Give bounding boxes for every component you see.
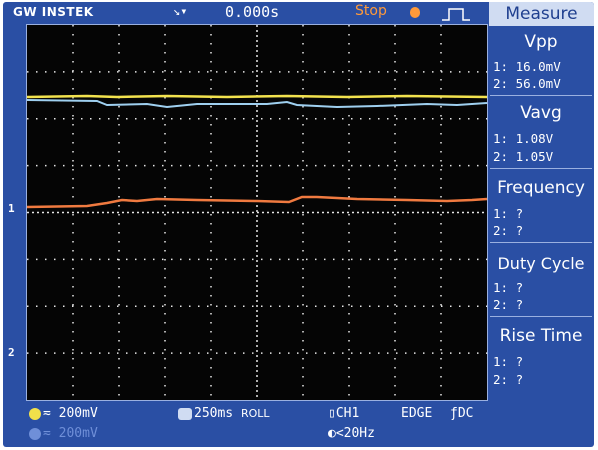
timebase[interactable]: 250ms ROLL xyxy=(178,406,270,421)
timebase-mode: ROLL xyxy=(240,407,270,420)
trigger-position-icon: ↘▾ xyxy=(173,4,188,18)
measure-sidebar: Measure Vpp 1: 16.0mV 2: 56.0mV Vavg 1: … xyxy=(489,2,594,447)
panel-label: Duty Cycle xyxy=(497,254,585,273)
ch2-ground-marker[interactable]: 2 xyxy=(8,346,15,359)
measure-panel-rise-time[interactable]: Rise Time 1: ? 2: ? xyxy=(490,318,592,395)
trigger-source-value: CH1 xyxy=(335,406,360,421)
ch1-trace xyxy=(27,94,487,99)
coupling-value: DC xyxy=(457,406,474,421)
panel-ch1-value: 1: 16.0mV xyxy=(493,59,561,74)
measure-panel-vavg[interactable]: Vavg 1: 1.08V 2: 1.05V xyxy=(490,97,592,169)
stop-indicator-icon xyxy=(410,7,420,18)
ch2-scale[interactable]: ≂ 200mV xyxy=(29,426,98,441)
ch2-badge-icon xyxy=(29,427,41,440)
panel-ch2-value: 2: ? xyxy=(493,223,524,238)
panel-label: Frequency xyxy=(497,178,585,198)
brand-logo: GW INSTEK xyxy=(13,5,94,19)
measure-title[interactable]: Measure xyxy=(489,2,594,26)
trigger-coupling[interactable]: ƒDC xyxy=(450,406,473,421)
panel-label: Vavg xyxy=(520,103,562,123)
measure-panel-frequency[interactable]: Frequency 1: ? 2: ? xyxy=(490,170,592,243)
ch1-scale-value: 200mV xyxy=(58,406,98,421)
panel-ch1-value: 1: ? xyxy=(493,206,524,221)
panel-ch2-value: 2: ? xyxy=(493,297,524,312)
timebase-value: 250ms xyxy=(194,406,234,421)
ch2-scale-value: 200mV xyxy=(58,426,98,441)
trigger-time: 0.000s xyxy=(225,3,280,21)
panel-ch2-value: 2: 1.05V xyxy=(493,149,554,164)
settings-bar: ≂ 200mV ≂ 200mV 250ms ROLL ▯CH1 EDGE ƒDC… xyxy=(3,402,487,447)
status-bar: GW INSTEK ↘▾ 0.000s Stop xyxy=(3,2,487,24)
oscilloscope-frame: GW INSTEK ↘▾ 0.000s Stop 1 2 Measure Vpp… xyxy=(3,2,594,447)
waveform-display xyxy=(26,24,488,401)
panel-label: Vpp xyxy=(524,32,558,52)
waveform-grid xyxy=(27,25,487,400)
timebase-icon xyxy=(178,407,192,420)
panel-ch2-value: 2: 56.0mV xyxy=(493,76,561,91)
ch1-scale[interactable]: ≂ 200mV xyxy=(29,406,98,421)
measure-panel-vpp[interactable]: Vpp 1: 16.0mV 2: 56.0mV xyxy=(490,28,592,96)
ch1-badge-icon xyxy=(29,407,41,420)
ch1-ground-marker[interactable]: 1 xyxy=(8,202,15,215)
panel-ch1-value: 1: 1.08V xyxy=(493,131,554,146)
run-status[interactable]: Stop xyxy=(355,3,387,19)
trigger-source[interactable]: ▯CH1 xyxy=(328,406,359,421)
panel-ch1-value: 1: ? xyxy=(493,354,524,369)
trigger-frequency: ◐<20Hz xyxy=(328,426,375,441)
pulse-icon xyxy=(442,8,470,21)
panel-ch2-value: 2: ? xyxy=(493,372,524,387)
panel-ch1-value: 1: ? xyxy=(493,280,524,295)
trigger-mode[interactable]: EDGE xyxy=(401,406,432,421)
measure-panel-duty-cycle[interactable]: Duty Cycle 1: ? 2: ? xyxy=(490,244,592,317)
panel-label: Rise Time xyxy=(499,326,583,346)
trigger-frequency-value: <20Hz xyxy=(335,426,375,441)
